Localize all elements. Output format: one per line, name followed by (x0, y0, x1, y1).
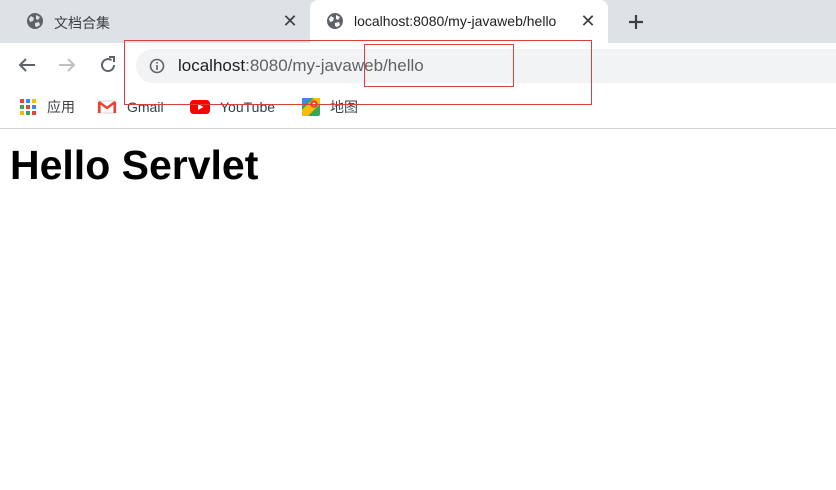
close-tab-icon[interactable]: ✕ (281, 12, 299, 30)
tab-strip: 文档合集 ✕ localhost:8080/my-javaweb/hello ✕ (0, 0, 836, 43)
new-tab-button[interactable] (624, 10, 648, 34)
globe-icon (27, 13, 43, 29)
tab-hello-servlet[interactable]: localhost:8080/my-javaweb/hello ✕ (310, 0, 608, 43)
tab-documents[interactable]: 文档合集 ✕ (0, 0, 310, 43)
back-arrow-icon[interactable] (15, 53, 39, 77)
reload-icon[interactable] (96, 53, 120, 77)
tab-title: 文档合集 (54, 15, 110, 31)
forward-arrow-icon[interactable] (55, 53, 79, 77)
globe-icon (327, 13, 343, 29)
tab-title: localhost:8080/my-javaweb/hello (354, 13, 557, 29)
gmail-icon (97, 100, 117, 114)
highlight-box-path (364, 44, 514, 87)
page-content: Hello Servlet (0, 129, 836, 490)
bookmark-apps[interactable]: 应用 (19, 98, 75, 116)
bookmark-label: 应用 (47, 99, 75, 115)
close-tab-icon[interactable]: ✕ (579, 12, 597, 30)
highlight-box-address (124, 40, 592, 105)
apps-grid-icon (20, 99, 36, 115)
plus-icon (629, 15, 643, 29)
page-heading: Hello Servlet (10, 142, 259, 188)
